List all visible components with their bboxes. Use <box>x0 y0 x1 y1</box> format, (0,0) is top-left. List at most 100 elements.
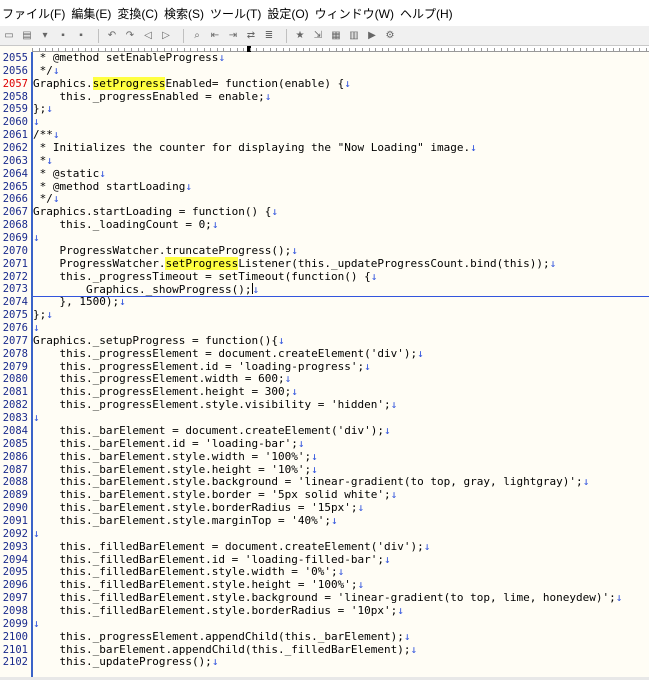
undo-icon[interactable]: ↶ <box>105 29 119 43</box>
code-text: this._filledBarElement.style.width = '0%… <box>33 565 338 579</box>
line-number: 2085 <box>2 437 28 450</box>
code-line[interactable]: this._loadingCount = 0;↓ <box>33 218 649 232</box>
save-icon[interactable]: ▪ <box>56 29 70 43</box>
grep-icon[interactable]: ≣ <box>262 29 276 43</box>
ruler-tick <box>309 48 311 51</box>
code-line[interactable]: this._filledBarElement.style.borderRadiu… <box>33 603 649 618</box>
line-number: 2082 <box>2 399 28 412</box>
code-line[interactable]: * @method setEnableProgress↓ <box>33 51 649 65</box>
menu-item-5[interactable]: 設定(O) <box>265 5 312 22</box>
code-line[interactable]: * Initializes the counter for displaying… <box>33 141 649 155</box>
code-text: */ <box>33 192 53 206</box>
code-text: this._filledBarElement.style.height = '1… <box>33 578 358 592</box>
code-line[interactable]: this._progressTimeout = setTimeout(funct… <box>33 270 649 284</box>
ruler-tick <box>480 48 482 51</box>
code-line[interactable]: this._barElement.style.marginTop = '40%'… <box>33 513 649 528</box>
newline-marker: ↓ <box>278 333 285 347</box>
menu-item-2[interactable]: 変換(C) <box>115 5 162 22</box>
ruler-tick <box>395 48 396 51</box>
replace-icon[interactable]: ⇄ <box>244 29 258 43</box>
menu-item-3[interactable]: 検索(S) <box>162 5 208 22</box>
settings-icon[interactable]: ⚙ <box>383 29 397 43</box>
newline-marker: ↓ <box>397 603 404 617</box>
newline-marker: ↓ <box>99 166 106 180</box>
code-text: }, 1500); <box>33 295 120 309</box>
search-next-icon[interactable]: ⇥ <box>226 29 240 43</box>
line-number-gutter: 2055 2056 2057 2058 2059 2060 2061 2062 2063 2064… <box>0 52 33 680</box>
ruler-tick <box>645 48 647 51</box>
ruler-tick <box>401 48 403 51</box>
line-number: 2099 <box>2 617 28 630</box>
code-text: this._progressElement.width = 600; <box>33 372 285 386</box>
ruler-tick <box>230 48 231 51</box>
ruler-tick <box>560 48 561 51</box>
newline-marker: ↓ <box>33 231 40 245</box>
newline-marker: ↓ <box>291 385 298 399</box>
line-number: 2058 <box>2 90 28 103</box>
code-text: ProgressWatcher.truncateProgress(); <box>33 243 292 257</box>
code-text: this._filledBarElement = document.create… <box>33 539 424 553</box>
bookmark-icon[interactable]: ★ <box>293 29 307 43</box>
code-line[interactable]: this._progressElement.style.visibility =… <box>33 398 649 412</box>
outline-icon[interactable]: ▥ <box>347 29 361 43</box>
code-line[interactable]: ↓ <box>33 115 649 129</box>
ruler-tick <box>626 48 627 51</box>
ruler-tick <box>593 48 594 51</box>
search-prev-icon[interactable]: ⇤ <box>208 29 222 43</box>
line-number: 2079 <box>2 360 28 373</box>
ruler-tick <box>527 48 528 51</box>
newline-marker: ↓ <box>185 179 192 193</box>
tag-jump-icon[interactable]: ⇲ <box>311 29 325 43</box>
code-line[interactable]: };↓ <box>33 103 649 116</box>
menu-item-7[interactable]: ヘルプ(H) <box>398 5 457 22</box>
ruler-tick <box>414 48 416 51</box>
line-number: 2090 <box>2 502 28 515</box>
line-number: 2086 <box>2 450 28 463</box>
dropdown-icon[interactable]: ▾ <box>38 29 52 43</box>
code-line[interactable]: }, 1500);↓ <box>33 295 649 309</box>
code-line[interactable]: *↓ <box>33 154 649 168</box>
line-number: 2068 <box>2 219 28 232</box>
open-folder-icon[interactable]: ▤ <box>20 29 34 43</box>
code-text: * @method startLoading <box>33 179 186 193</box>
current-line-underline <box>33 295 649 297</box>
line-number: 2076 <box>2 322 28 335</box>
menu-item-4[interactable]: ツール(T) <box>208 5 265 22</box>
compare-icon[interactable]: ▦ <box>329 29 343 43</box>
code-text: * @static <box>33 166 100 180</box>
code-line[interactable]: * @method startLoading↓ <box>33 179 649 194</box>
code-text: this._barElement.style.width = '100%'; <box>33 449 312 463</box>
code-text: this._barElement.style.marginTop = '40%'… <box>33 513 332 527</box>
newline-marker: ↓ <box>311 449 318 463</box>
ruler-tick <box>546 48 548 51</box>
menu-item-6[interactable]: ウィンドウ(W) <box>313 5 398 22</box>
ruler-tick <box>375 48 377 51</box>
line-number: 2060 <box>2 116 28 129</box>
newline-marker: ↓ <box>549 256 557 270</box>
save-all-icon[interactable]: ▪ <box>74 29 88 43</box>
new-file-icon[interactable]: ▭ <box>2 29 16 43</box>
newline-marker: ↓ <box>582 475 590 489</box>
ruler-tick <box>282 48 284 51</box>
line-number: 2077 <box>2 334 28 347</box>
forward-icon[interactable]: ▷ <box>159 29 173 43</box>
ruler-tick <box>236 48 238 51</box>
code-line[interactable]: };↓ <box>33 308 649 322</box>
line-number: 2078 <box>2 347 28 360</box>
menu-item-1[interactable]: 編集(E) <box>69 5 115 22</box>
back-icon[interactable]: ◁ <box>141 29 155 43</box>
code-line[interactable]: this._progressEnabled = enable;↓ <box>33 90 649 104</box>
newline-marker: ↓ <box>423 539 431 553</box>
code-line[interactable]: this._updateProgress();↓ <box>33 655 649 669</box>
redo-icon[interactable]: ↷ <box>123 29 137 43</box>
line-number: 2087 <box>2 463 28 476</box>
ruler-tick <box>553 48 555 51</box>
code-area[interactable]: * @method setEnableProgress↓ */↓ Graphics… <box>33 51 649 669</box>
newline-marker: ↓ <box>33 115 40 129</box>
macro-icon[interactable]: ▶ <box>365 29 379 43</box>
menu-item-0[interactable]: ファイル(F) <box>0 5 69 22</box>
code-text: Graphics._setupProgress = function(){ <box>33 333 279 347</box>
search-icon[interactable]: ⌕ <box>190 29 204 43</box>
ruler-tick <box>249 48 251 51</box>
code-editor[interactable]: 2055 2056 2057 2058 2059 2060 2061 2062 2063 2064… <box>0 51 649 680</box>
